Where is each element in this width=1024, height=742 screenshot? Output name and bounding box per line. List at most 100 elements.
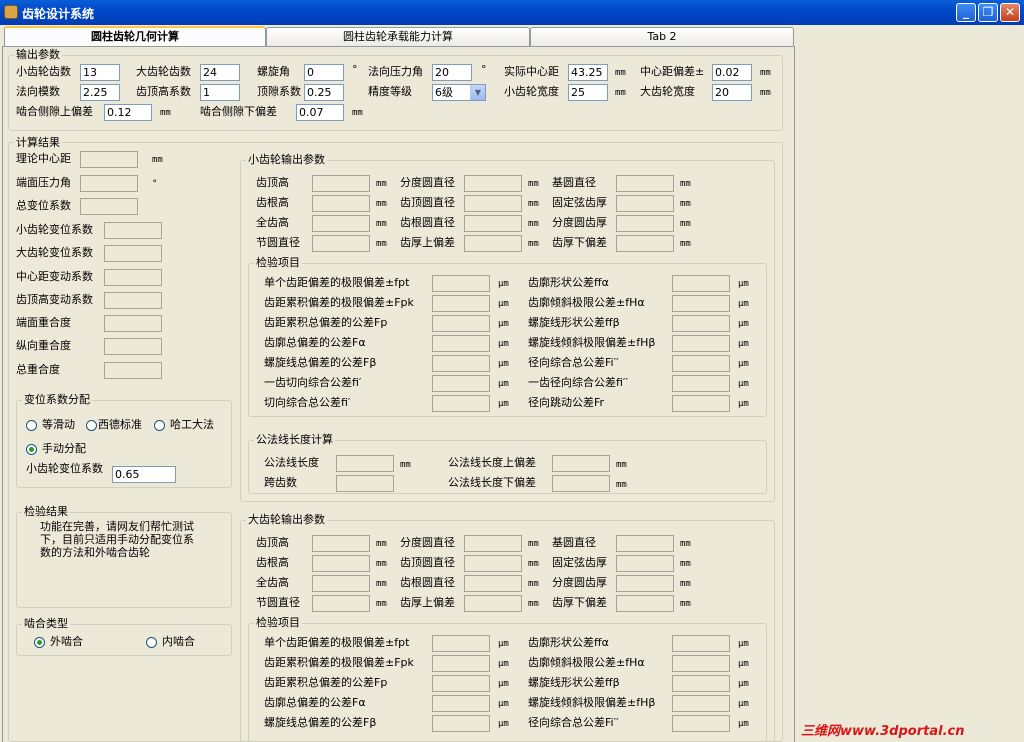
inspect-left-field[interactable] bbox=[432, 295, 490, 312]
result-field[interactable] bbox=[104, 338, 162, 355]
mesh-external-radio[interactable] bbox=[34, 637, 45, 648]
inspect-left-field[interactable] bbox=[432, 275, 490, 292]
restore-button[interactable]: ❐ bbox=[978, 3, 998, 22]
geom-field[interactable] bbox=[312, 195, 370, 212]
inspect-right-field[interactable] bbox=[672, 315, 730, 332]
x1-input[interactable]: 0.65 bbox=[112, 466, 176, 483]
inspect-right-field[interactable] bbox=[672, 695, 730, 712]
inspect-right-field[interactable] bbox=[672, 355, 730, 372]
z1-input[interactable]: 13 bbox=[80, 64, 120, 81]
mesh-external[interactable]: 外啮合 bbox=[50, 635, 83, 649]
shift-option-2-radio[interactable] bbox=[86, 420, 97, 431]
minimize-button[interactable]: _ bbox=[956, 3, 976, 22]
tab-capacity[interactable]: 圆柱齿轮承载能力计算 bbox=[266, 27, 530, 46]
inspect-left-field[interactable] bbox=[432, 655, 490, 672]
inspect-left-field[interactable] bbox=[432, 695, 490, 712]
geom-field[interactable] bbox=[312, 595, 370, 612]
geom-field[interactable] bbox=[616, 215, 674, 232]
shift-option-1-radio[interactable] bbox=[26, 420, 37, 431]
inspect-right-field[interactable] bbox=[672, 295, 730, 312]
geom-field[interactable] bbox=[464, 595, 522, 612]
c-input[interactable]: 0.25 bbox=[304, 84, 344, 101]
result-field[interactable] bbox=[80, 175, 138, 192]
geom-field[interactable] bbox=[312, 235, 370, 252]
shift-option-3[interactable]: 哈工大法 bbox=[170, 418, 214, 432]
geom-field[interactable] bbox=[616, 175, 674, 192]
tab-geometry[interactable]: 圆柱齿轮几何计算 bbox=[4, 26, 266, 47]
geom-field[interactable] bbox=[312, 555, 370, 572]
wk-teeth-field[interactable] bbox=[336, 475, 394, 492]
geom-unit: mm bbox=[528, 179, 539, 189]
inspect-left-field[interactable] bbox=[432, 355, 490, 372]
beta-input[interactable]: 0 bbox=[304, 64, 344, 81]
result-field[interactable] bbox=[80, 151, 138, 168]
geom-field[interactable] bbox=[312, 215, 370, 232]
geom-field[interactable] bbox=[616, 195, 674, 212]
inspect-left-field[interactable] bbox=[432, 635, 490, 652]
center-deviation-input[interactable]: 0.02 bbox=[712, 64, 752, 81]
center-deviation-label: 中心距偏差± bbox=[640, 65, 705, 78]
inspect-left-field[interactable] bbox=[432, 675, 490, 692]
mn-input[interactable]: 2.25 bbox=[80, 84, 120, 101]
wk-length-field[interactable] bbox=[336, 455, 394, 472]
result-field[interactable] bbox=[104, 362, 162, 379]
geom-field[interactable] bbox=[312, 175, 370, 192]
result-field[interactable] bbox=[104, 269, 162, 286]
inspect-right-field[interactable] bbox=[672, 715, 730, 732]
z2-input[interactable]: 24 bbox=[200, 64, 240, 81]
alpha-input[interactable]: 20 bbox=[432, 64, 472, 81]
grade-select[interactable]: 6级 ▼ bbox=[432, 84, 486, 101]
geom-field[interactable] bbox=[616, 235, 674, 252]
geom-field[interactable] bbox=[464, 175, 522, 192]
result-field[interactable] bbox=[80, 198, 138, 215]
result-field[interactable] bbox=[104, 245, 162, 262]
geom-field[interactable] bbox=[464, 235, 522, 252]
geom-field[interactable] bbox=[616, 555, 674, 572]
inspect-right-field[interactable] bbox=[672, 335, 730, 352]
inspect-right-field[interactable] bbox=[672, 375, 730, 392]
result-field[interactable] bbox=[104, 222, 162, 239]
inspect-left-field[interactable] bbox=[432, 395, 490, 412]
geom-field[interactable] bbox=[312, 575, 370, 592]
geom-field[interactable] bbox=[464, 215, 522, 232]
geom-field[interactable] bbox=[464, 195, 522, 212]
result-field[interactable] bbox=[104, 292, 162, 309]
inspect-right-field[interactable] bbox=[672, 395, 730, 412]
geom-field[interactable] bbox=[616, 535, 674, 552]
backlash-upper-input[interactable]: 0.12 bbox=[104, 104, 152, 121]
inspect-left-field[interactable] bbox=[432, 335, 490, 352]
center-distance-input[interactable]: 43.25 bbox=[568, 64, 608, 81]
chevron-down-icon[interactable]: ▼ bbox=[470, 85, 485, 100]
inspect-right-field[interactable] bbox=[672, 675, 730, 692]
geom-field[interactable] bbox=[464, 535, 522, 552]
geom-field[interactable] bbox=[464, 575, 522, 592]
inspect-right-field[interactable] bbox=[672, 655, 730, 672]
shift-option-1[interactable]: 等滑动 bbox=[42, 418, 75, 432]
wk-upper-label: 公法线长度上偏差 bbox=[448, 456, 536, 469]
geom-field[interactable] bbox=[616, 575, 674, 592]
inspect-right-field[interactable] bbox=[672, 635, 730, 652]
shift-option-4-radio[interactable] bbox=[26, 444, 37, 455]
tab-2[interactable]: Tab 2 bbox=[530, 27, 794, 46]
close-button[interactable]: ✕ bbox=[1000, 3, 1020, 22]
ha-input[interactable]: 1 bbox=[200, 84, 240, 101]
geom-field[interactable] bbox=[312, 535, 370, 552]
b1-input[interactable]: 25 bbox=[568, 84, 608, 101]
geom-field[interactable] bbox=[616, 595, 674, 612]
wk-title: 公法线长度计算 bbox=[254, 433, 335, 446]
wk-upper-field[interactable] bbox=[552, 455, 610, 472]
inspect-right-field[interactable] bbox=[672, 275, 730, 292]
result-field[interactable] bbox=[104, 315, 162, 332]
inspect-left-field[interactable] bbox=[432, 375, 490, 392]
wk-lower-field[interactable] bbox=[552, 475, 610, 492]
backlash-lower-input[interactable]: 0.07 bbox=[296, 104, 344, 121]
geom-field[interactable] bbox=[464, 555, 522, 572]
b2-input[interactable]: 20 bbox=[712, 84, 752, 101]
shift-option-4[interactable]: 手动分配 bbox=[42, 442, 86, 456]
inspect-left-field[interactable] bbox=[432, 715, 490, 732]
shift-option-2[interactable]: 西德标准 bbox=[98, 418, 142, 432]
mesh-internal[interactable]: 内啮合 bbox=[162, 635, 195, 649]
shift-option-3-radio[interactable] bbox=[154, 420, 165, 431]
mesh-internal-radio[interactable] bbox=[146, 637, 157, 648]
inspect-left-field[interactable] bbox=[432, 315, 490, 332]
